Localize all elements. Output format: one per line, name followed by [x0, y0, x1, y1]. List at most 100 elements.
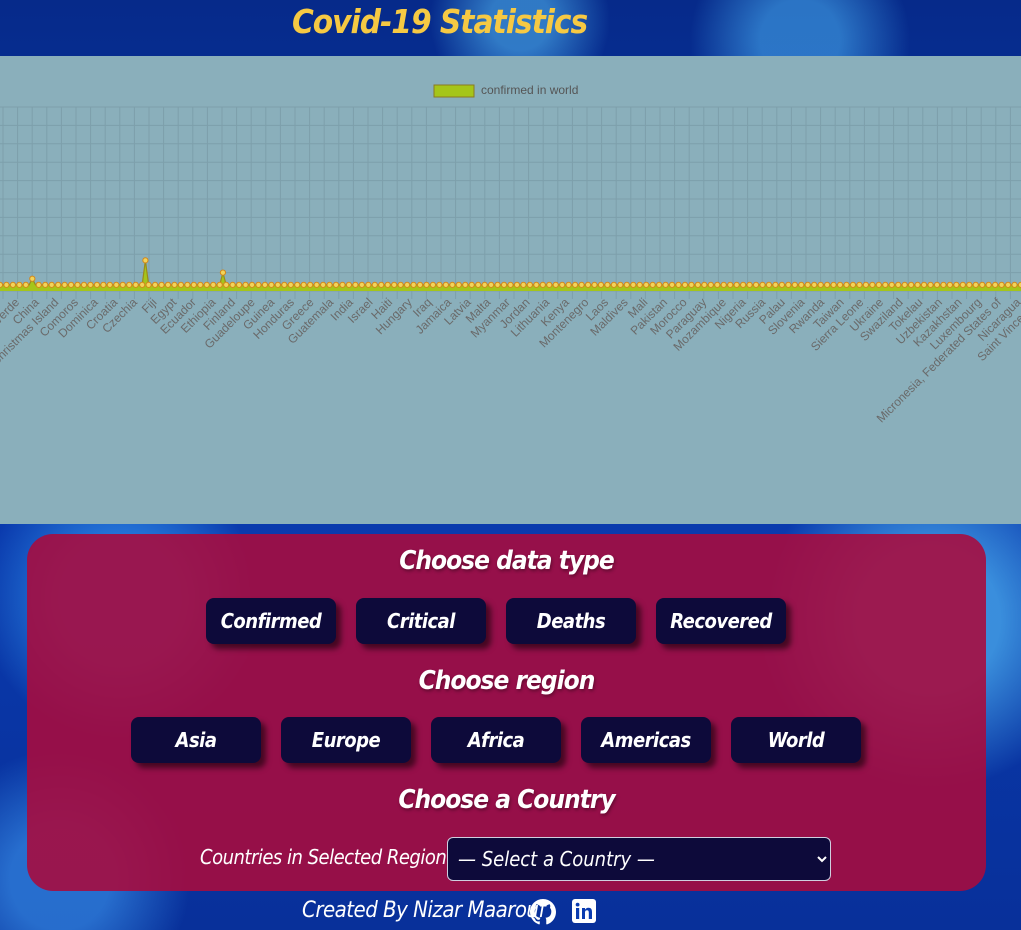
data-point — [210, 281, 217, 288]
data-point — [908, 281, 915, 288]
data-point — [623, 281, 630, 288]
data-point — [772, 281, 779, 288]
data-point — [811, 281, 818, 288]
americas-button[interactable]: Americas — [581, 717, 711, 763]
africa-button[interactable]: Africa — [431, 717, 561, 763]
creator-credit: Created By Nizar Maarouf — [302, 898, 545, 923]
data-point — [384, 281, 391, 288]
data-point — [533, 281, 540, 288]
legend-label: confirmed in world — [481, 83, 578, 97]
data-point — [507, 281, 514, 288]
data-point — [93, 281, 101, 288]
data-point — [888, 281, 895, 288]
asia-button[interactable]: Asia — [131, 717, 261, 763]
data-point — [513, 281, 521, 288]
data-point — [895, 281, 902, 288]
data-point — [817, 281, 824, 288]
data-point — [733, 281, 740, 288]
world-button[interactable]: World — [731, 717, 861, 763]
data-point — [235, 281, 243, 288]
data-point — [694, 281, 701, 288]
data-point — [80, 281, 88, 288]
data-point — [668, 281, 676, 288]
data-point — [397, 281, 404, 288]
data-point — [707, 281, 714, 288]
github-icon[interactable] — [530, 899, 556, 925]
data-point — [455, 281, 462, 288]
data-point — [494, 281, 501, 288]
data-point — [927, 281, 934, 288]
data-point — [158, 281, 165, 288]
data-point — [572, 281, 579, 288]
data-point — [604, 281, 611, 288]
data-point — [681, 281, 689, 288]
data-point — [171, 281, 178, 288]
data-point — [287, 281, 294, 288]
data-point — [371, 281, 378, 288]
data-point — [22, 281, 29, 288]
data-point — [416, 281, 424, 288]
data-point — [320, 281, 327, 288]
data-point — [268, 281, 275, 288]
data-point — [804, 281, 811, 288]
data-point — [552, 281, 559, 288]
country-select[interactable]: — Select a Country — — [447, 837, 831, 881]
data-point — [449, 281, 456, 288]
data-point — [824, 281, 831, 288]
data-point — [597, 281, 605, 288]
data-point — [332, 281, 340, 288]
data-point — [475, 281, 482, 288]
recovered-button[interactable]: Recovered — [656, 598, 786, 644]
data-point — [701, 281, 708, 288]
data-point — [142, 257, 149, 264]
data-point — [67, 281, 75, 288]
data-point — [591, 281, 598, 288]
data-point — [442, 281, 449, 288]
data-point — [100, 281, 107, 288]
data-point — [1011, 281, 1018, 288]
data-point — [584, 281, 592, 288]
data-point — [688, 281, 695, 288]
data-point — [307, 281, 314, 288]
data-point — [746, 281, 753, 288]
data-point — [520, 281, 527, 288]
data-point — [281, 281, 288, 288]
data-point — [643, 281, 650, 288]
data-point — [979, 281, 986, 288]
data-point — [326, 281, 333, 288]
data-point — [203, 281, 210, 288]
data-point — [882, 281, 889, 288]
data-point — [740, 281, 747, 288]
data-point — [42, 281, 49, 288]
data-point — [274, 281, 281, 288]
europe-button[interactable]: Europe — [281, 717, 411, 763]
data-point — [261, 281, 269, 288]
data-point — [145, 281, 152, 288]
data-point — [113, 281, 120, 288]
data-point — [3, 281, 10, 288]
critical-button[interactable]: Critical — [356, 598, 486, 644]
confirmed-line-chart: confirmed in worldCabo VerdeChinaChristm… — [0, 83, 1021, 425]
data-point — [656, 281, 663, 288]
data-point — [765, 281, 773, 288]
data-point — [35, 281, 42, 288]
data-point — [61, 281, 68, 288]
data-point — [126, 281, 133, 288]
deaths-button[interactable]: Deaths — [506, 598, 636, 644]
confirmed-button[interactable]: Confirmed — [206, 598, 336, 644]
data-point — [365, 281, 372, 288]
data-point — [0, 281, 4, 288]
data-point — [313, 281, 320, 288]
data-point — [429, 281, 437, 288]
control-panel: Choose data type Confirmed Critical Deat… — [27, 534, 986, 891]
linkedin-icon[interactable] — [572, 899, 598, 925]
data-point — [662, 281, 669, 288]
data-point — [791, 281, 798, 288]
chart-panel: confirmed in worldCabo VerdeChinaChristm… — [0, 56, 1021, 524]
data-point — [992, 281, 999, 288]
data-point — [410, 281, 417, 288]
data-point — [197, 281, 204, 288]
data-point — [675, 281, 682, 288]
data-point — [966, 281, 973, 288]
data-point — [300, 281, 307, 288]
